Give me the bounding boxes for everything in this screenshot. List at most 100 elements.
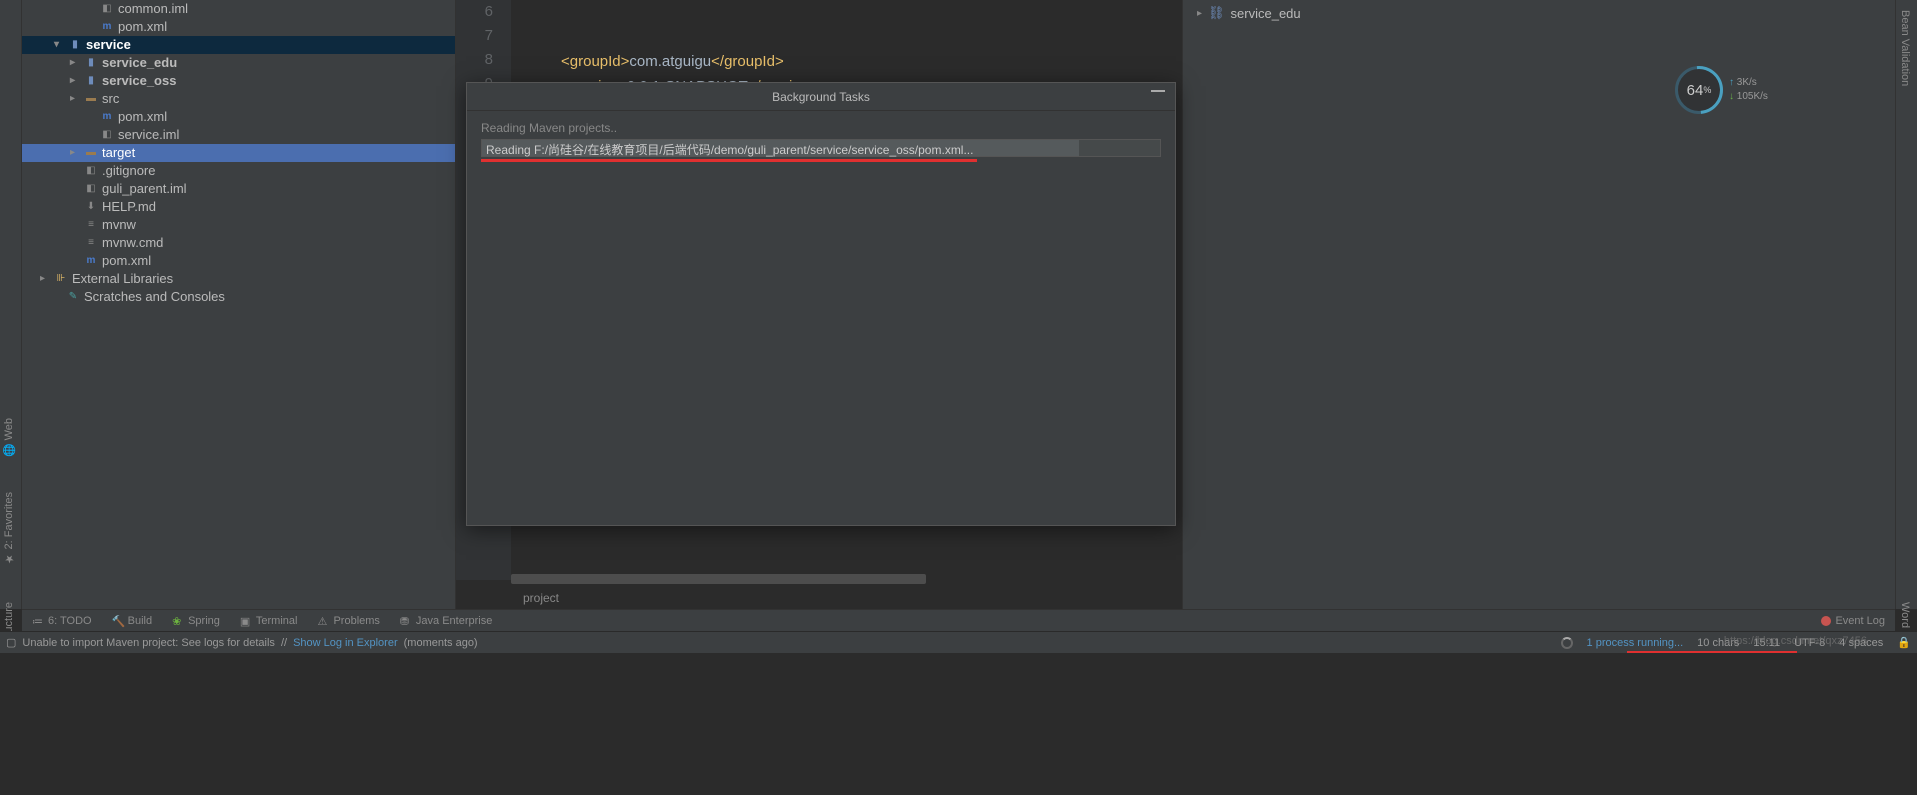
tree-label: common.iml	[118, 0, 188, 18]
bottom-tool-tabs: ≔ 6: TODO 🔨 Build ❀ Spring ▣Terminal ⚠ Probl…	[22, 609, 1895, 631]
tree-label: HELP.md	[102, 198, 156, 216]
tree-label: mvnw	[102, 216, 136, 234]
tool-tab-favorites[interactable]: ★2: Favorites	[0, 484, 18, 573]
tab-todo[interactable]: ≔ 6: TODO	[22, 610, 102, 631]
warning-icon: ⚠	[317, 615, 329, 627]
tree-item-gitignore[interactable]: ◧.gitignore	[22, 162, 455, 180]
tab-label: Java Enterprise	[416, 615, 492, 627]
tab-java-enterprise[interactable]: ⛃ Java Enterprise	[390, 610, 502, 631]
tab-label: Problems	[333, 615, 379, 627]
spring-icon: ❀	[172, 615, 184, 627]
minimize-icon[interactable]	[1151, 90, 1165, 92]
dialog-title: Background Tasks	[772, 90, 870, 104]
watermark: https://blog.csdn.net/qxz7456	[1724, 635, 1867, 647]
tree-label: src	[102, 90, 119, 108]
tree-item-service-iml[interactable]: ◧ service.iml	[22, 126, 455, 144]
tree-item-common-iml[interactable]: ◧ common.iml	[22, 0, 455, 18]
tree-item-help-md[interactable]: ⬇HELP.md	[22, 198, 455, 216]
chevron-right-icon: ▸	[70, 72, 80, 90]
spinner-icon	[1561, 637, 1573, 649]
todo-icon: ≔	[32, 615, 44, 627]
status-link[interactable]: Show Log in Explorer	[293, 637, 398, 649]
tree-label: mvnw.cmd	[102, 234, 163, 252]
javaee-icon: ⛃	[400, 615, 412, 627]
right-tool-strip: Bean Validation Word Book	[1895, 0, 1917, 609]
tree-label: External Libraries	[72, 270, 173, 288]
breadcrumb[interactable]: project	[511, 587, 559, 609]
gauge-stats: 3K/s 105K/s	[1729, 76, 1768, 104]
tool-tab-web[interactable]: 🌐Web	[0, 410, 18, 464]
tree-item-pom2[interactable]: mpom.xml	[22, 108, 455, 126]
tab-label: 6: TODO	[48, 615, 92, 627]
folder-icon: ▬	[84, 92, 98, 106]
gauge-percent-suffix: %	[1703, 85, 1711, 95]
iml-icon: ◧	[84, 182, 98, 196]
project-tree[interactable]: ◧common.iml mpom.xml ▾▮service ▸▮service…	[22, 0, 456, 609]
tab-spring[interactable]: ❀ Spring	[162, 610, 230, 631]
tab-terminal[interactable]: ▣Terminal	[230, 610, 308, 631]
iml-icon: ◧	[100, 128, 114, 142]
maven-item-service-edu[interactable]: ▸ ⛓ service_edu	[1183, 0, 1895, 26]
progress-text: Reading F:/尚硅谷/在线教育项目/后端代码/demo/guli_par…	[486, 141, 973, 158]
module-icon: ▮	[68, 38, 82, 52]
background-tasks-dialog: Background Tasks Reading Maven projects.…	[466, 82, 1176, 526]
tool-tab-label: Bean Validation	[1899, 10, 1911, 86]
window-icon: ▢	[6, 636, 16, 649]
chevron-down-icon: ▾	[54, 36, 64, 54]
tree-item-guli-parent-iml[interactable]: ◧guli_parent.iml	[22, 180, 455, 198]
tree-item-service-edu[interactable]: ▸▮service_edu	[22, 54, 455, 72]
xml-tag: </groupId>	[711, 53, 784, 70]
tree-item-target[interactable]: ▸ ▬ target	[22, 144, 455, 162]
maven-panel: ▸ ⛓ service_edu 64% 3K/s 105K/s	[1182, 0, 1895, 609]
tree-label: target	[102, 144, 135, 162]
file-icon: ◧	[84, 164, 98, 178]
xml-tag: <groupId>	[561, 53, 629, 70]
hammer-icon: 🔨	[112, 615, 124, 627]
star-icon: ★	[3, 554, 15, 566]
tab-problems[interactable]: ⚠ Problems	[307, 610, 389, 631]
maven-icon: m	[84, 254, 98, 268]
file-icon: ≡	[84, 218, 98, 232]
folder-icon: ▬	[84, 146, 98, 160]
line-number: 7	[456, 24, 493, 48]
gauge-download: 105K/s	[1729, 90, 1768, 104]
tree-label: Scratches and Consoles	[84, 288, 225, 306]
tab-event-log[interactable]: Event Log	[1821, 615, 1895, 627]
tree-item-mvnw[interactable]: ≡ mvnw	[22, 216, 455, 234]
chevron-right-icon: ▸	[70, 144, 80, 162]
horizontal-scrollbar[interactable]	[511, 574, 926, 584]
tree-item-service-oss[interactable]: ▸▮service_oss	[22, 72, 455, 90]
tree-label: pom.xml	[118, 108, 167, 126]
progress-bar: Reading F:/尚硅谷/在线教育项目/后端代码/demo/guli_par…	[481, 139, 1161, 157]
dialog-title-bar[interactable]: Background Tasks	[467, 83, 1175, 111]
lock-icon[interactable]: 🔒	[1897, 636, 1911, 649]
tree-label: service_edu	[102, 54, 177, 72]
tab-label: Build	[128, 615, 152, 627]
tool-tab-bean-validation[interactable]: Bean Validation	[1896, 2, 1914, 94]
status-bar: ▢ Unable to import Maven project: See lo…	[0, 631, 1917, 653]
tree-item-pom3[interactable]: mpom.xml	[22, 252, 455, 270]
status-process[interactable]: 1 process running...	[1587, 637, 1684, 649]
chevron-right-icon: ▸	[40, 270, 50, 288]
tree-item-pom1[interactable]: mpom.xml	[22, 18, 455, 36]
tab-label: Event Log	[1835, 615, 1885, 627]
tree-item-scratches[interactable]: ✎ Scratches and Consoles	[22, 288, 455, 306]
tab-label: Spring	[188, 615, 220, 627]
left-tool-strip: 🌐Web ★2: Favorites ⁝⁝7: Structure	[0, 0, 22, 609]
status-message[interactable]: ▢ Unable to import Maven project: See lo…	[6, 636, 478, 649]
tab-build[interactable]: 🔨 Build	[102, 610, 162, 631]
module-icon: ▮	[84, 74, 98, 88]
status-suffix: (moments ago)	[404, 637, 478, 649]
scratch-icon: ✎	[66, 290, 80, 304]
tree-item-src[interactable]: ▸ ▬ src	[22, 90, 455, 108]
gauge-circle: 64%	[1675, 66, 1723, 114]
iml-icon: ◧	[100, 2, 114, 16]
tree-item-service[interactable]: ▾▮service	[22, 36, 455, 54]
tree-item-mvnw-cmd[interactable]: ≡ mvnw.cmd	[22, 234, 455, 252]
line-number: 8	[456, 48, 493, 72]
dialog-body: Reading Maven projects.. Reading F:/尚硅谷/…	[467, 111, 1175, 172]
tree-item-external-libraries[interactable]: ▸⊪External Libraries	[22, 270, 455, 288]
file-icon: ≡	[84, 236, 98, 250]
chevron-right-icon: ▸	[70, 90, 80, 108]
tree-label: service.iml	[118, 126, 179, 144]
